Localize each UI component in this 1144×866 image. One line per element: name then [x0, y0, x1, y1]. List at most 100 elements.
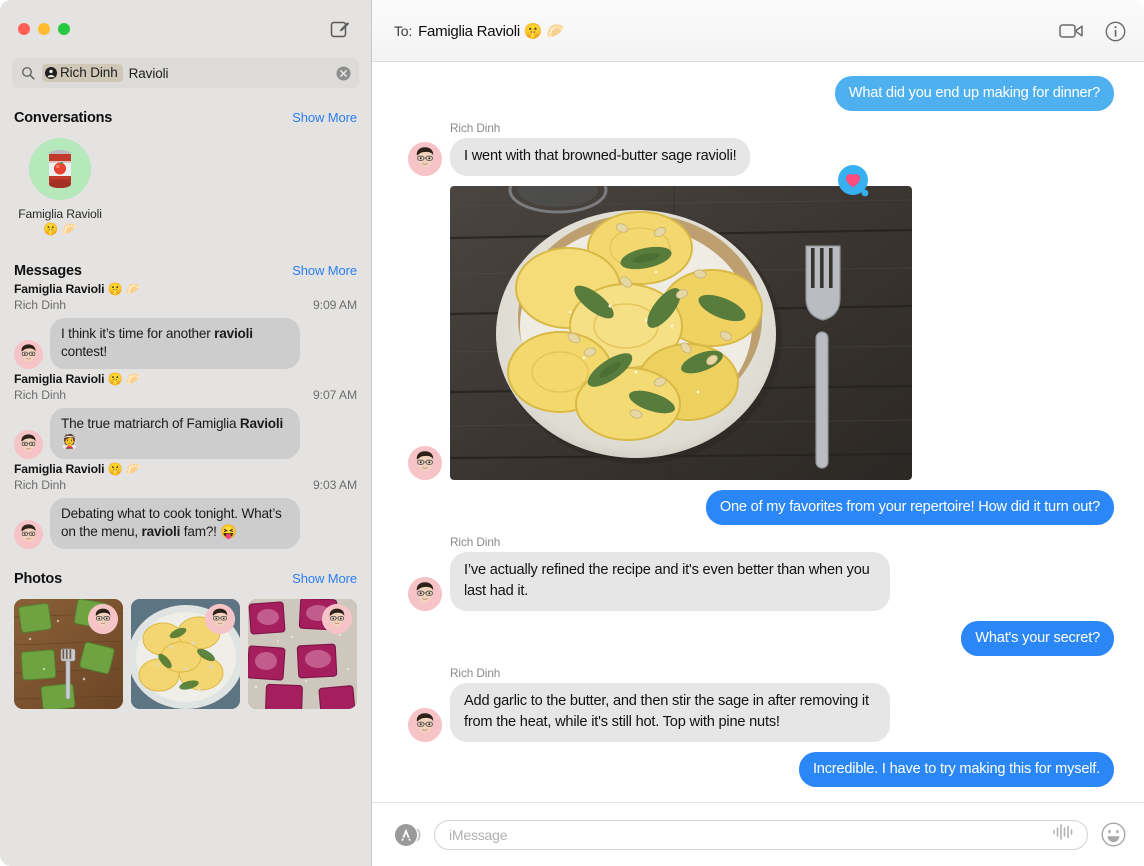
- photos-show-more[interactable]: Show More: [292, 571, 357, 586]
- outgoing-message-bubble[interactable]: Incredible. I have to try making this fo…: [798, 752, 1120, 787]
- memoji-avatar-icon: [14, 430, 43, 459]
- memoji-avatar-icon: [322, 604, 352, 634]
- outgoing-message-bubble[interactable]: One of my favorites from your repertoire…: [705, 490, 1120, 525]
- window-titlebar: [0, 0, 371, 58]
- video-camera-icon[interactable]: [1059, 22, 1085, 40]
- tapback-heart-icon[interactable]: [834, 164, 874, 204]
- audio-waveform-icon[interactable]: [1051, 823, 1075, 846]
- conversations-section-header: Conversations Show More: [0, 110, 371, 126]
- message-input-bar: iMessage: [372, 802, 1144, 866]
- search-bar[interactable]: Rich Dinh Ravioli: [0, 58, 371, 88]
- message-result-item[interactable]: Famiglia Ravioli 🤫 🥟 Rich Dinh 9:03 AM D…: [0, 461, 371, 549]
- search-input[interactable]: Ravioli: [129, 66, 330, 81]
- photo-thumbnail[interactable]: [14, 599, 123, 709]
- memoji-avatar-icon: [14, 520, 43, 549]
- message-result-time: 9:07 AM: [312, 388, 357, 402]
- memoji-avatar-icon: [14, 340, 43, 369]
- zoom-button[interactable]: [58, 23, 70, 35]
- message-result-sender: Rich Dinh: [14, 388, 66, 402]
- outgoing-message-row: Incredible. I have to try making this fo…: [390, 752, 1120, 787]
- message-result-meta: Rich Dinh 9:03 AM: [14, 477, 357, 493]
- search-field[interactable]: Rich Dinh Ravioli: [12, 58, 359, 88]
- message-result-bubble[interactable]: The true matriarch of Famiglia Ravioli 👰: [46, 408, 300, 459]
- smiley-face-icon[interactable]: [1100, 822, 1126, 848]
- clear-icon[interactable]: [336, 66, 351, 81]
- message-result-meta: Rich Dinh 9:09 AM: [14, 297, 357, 313]
- search-token-rich-dinh[interactable]: Rich Dinh: [42, 64, 123, 82]
- minimize-button[interactable]: [38, 23, 50, 35]
- memoji-avatar-icon: [14, 520, 43, 549]
- canned-tomato-icon: [49, 150, 71, 188]
- traffic-lights: [18, 23, 70, 35]
- apps-store-icon[interactable]: [392, 820, 422, 850]
- message-sender-name: Rich Dinh: [450, 666, 501, 680]
- memoji-avatar-icon: [205, 604, 235, 634]
- photo-thumbnail[interactable]: [131, 599, 240, 709]
- message-result-item[interactable]: Famiglia Ravioli 🤫 🥟 Rich Dinh 9:07 AM T…: [0, 371, 371, 459]
- outgoing-message-row: What did you end up making for dinner?: [390, 76, 1120, 111]
- photos-list: [0, 587, 371, 709]
- chat-header: To: Famiglia Ravioli 🤫 🥟: [372, 0, 1144, 62]
- message-result-sender: Rich Dinh: [14, 298, 66, 312]
- message-result-bubble-row: Debating what to cook tonight. What’s on…: [14, 498, 357, 549]
- photos-section-header: Photos Show More: [0, 571, 371, 587]
- incoming-message-line: I went with that browned-butter sage rav…: [390, 138, 1118, 176]
- incoming-message-line: I’ve actually refined the recipe and it'…: [390, 552, 1118, 611]
- chat-recipient[interactable]: Famiglia Ravioli 🤫 🥟: [418, 22, 565, 40]
- photos-title: Photos: [14, 571, 62, 587]
- compose-icon[interactable]: [327, 16, 353, 42]
- message-result-bubble-row: The true matriarch of Famiglia Ravioli 👰: [14, 408, 357, 459]
- photo-thumbnail[interactable]: [248, 599, 357, 709]
- incoming-message-bubble[interactable]: I went with that browned-butter sage rav…: [444, 138, 751, 176]
- messages-show-more[interactable]: Show More: [292, 263, 357, 278]
- incoming-message-bubble[interactable]: I’ve actually refined the recipe and it'…: [445, 552, 890, 611]
- memoji-avatar-icon: [14, 340, 43, 369]
- conversations-list: Famiglia Ravioli 🤫 🥟: [0, 126, 371, 237]
- chat-pane: To: Famiglia Ravioli 🤫 🥟 What did you en…: [372, 0, 1144, 866]
- memoji-avatar-icon: [14, 430, 43, 459]
- outgoing-message-bubble[interactable]: What's your secret?: [961, 621, 1119, 656]
- conversation-avatar: [29, 138, 91, 200]
- message-result-time: 9:03 AM: [312, 478, 357, 492]
- memoji-avatar-icon: [408, 708, 442, 742]
- incoming-message-row: Rich Dinh I’ve actually refined the reci…: [390, 535, 1118, 611]
- memoji-avatar-icon: [408, 577, 442, 611]
- memoji-avatar-icon: [205, 604, 235, 634]
- incoming-message-row: Rich Dinh Add garlic to the butter, and …: [390, 666, 1118, 742]
- photo-message-image[interactable]: [450, 186, 912, 480]
- to-label: To:: [394, 22, 413, 39]
- memoji-avatar-icon: [408, 446, 442, 480]
- message-result-thread: Famiglia Ravioli 🤫 🥟: [14, 282, 141, 296]
- messages-window: Rich Dinh Ravioli Conversations Show Mor…: [0, 0, 1144, 866]
- message-result-bubble[interactable]: Debating what to cook tonight. What’s on…: [46, 498, 300, 549]
- message-result-thread: Famiglia Ravioli 🤫 🥟: [14, 462, 141, 476]
- outgoing-message-row: One of my favorites from your repertoire…: [390, 490, 1120, 525]
- message-result-item[interactable]: Famiglia Ravioli 🤫 🥟 Rich Dinh 9:09 AM I…: [0, 281, 371, 369]
- conversation-item-famiglia-ravioli[interactable]: Famiglia Ravioli 🤫 🥟: [14, 138, 106, 237]
- memoji-avatar-icon: [408, 708, 442, 742]
- message-result-time: 9:09 AM: [312, 298, 357, 312]
- message-result-bubble[interactable]: I think it’s time for another ravioli co…: [46, 318, 300, 369]
- chat-header-actions: [1059, 0, 1126, 62]
- search-icon: [21, 66, 36, 80]
- messages-title: Messages: [14, 263, 82, 279]
- message-result-thread: Famiglia Ravioli 🤫 🥟: [14, 372, 141, 386]
- outgoing-message-bubble[interactable]: What did you end up making for dinner?: [834, 76, 1120, 111]
- photo-message[interactable]: [390, 165, 1118, 480]
- memoji-avatar-icon: [88, 604, 118, 634]
- person-circle-icon: [45, 66, 57, 79]
- close-button[interactable]: [18, 23, 30, 35]
- memoji-avatar-icon: [408, 142, 442, 176]
- conversations-show-more[interactable]: Show More: [292, 110, 357, 125]
- message-thread: What did you end up making for dinner? Ri…: [372, 62, 1144, 802]
- info-circle-icon[interactable]: [1105, 21, 1126, 42]
- imessage-input[interactable]: iMessage: [434, 819, 1088, 850]
- message-sender-name: Rich Dinh: [450, 535, 501, 549]
- message-sender-name: Rich Dinh: [450, 121, 501, 135]
- incoming-message-line: Add garlic to the butter, and then stir …: [390, 683, 1118, 742]
- memoji-avatar-icon: [408, 142, 442, 176]
- message-result-meta: Rich Dinh 9:07 AM: [14, 387, 357, 403]
- outgoing-message-row: What's your secret?: [390, 621, 1119, 656]
- incoming-message-bubble[interactable]: Add garlic to the butter, and then stir …: [445, 683, 890, 742]
- conversations-title: Conversations: [14, 110, 113, 126]
